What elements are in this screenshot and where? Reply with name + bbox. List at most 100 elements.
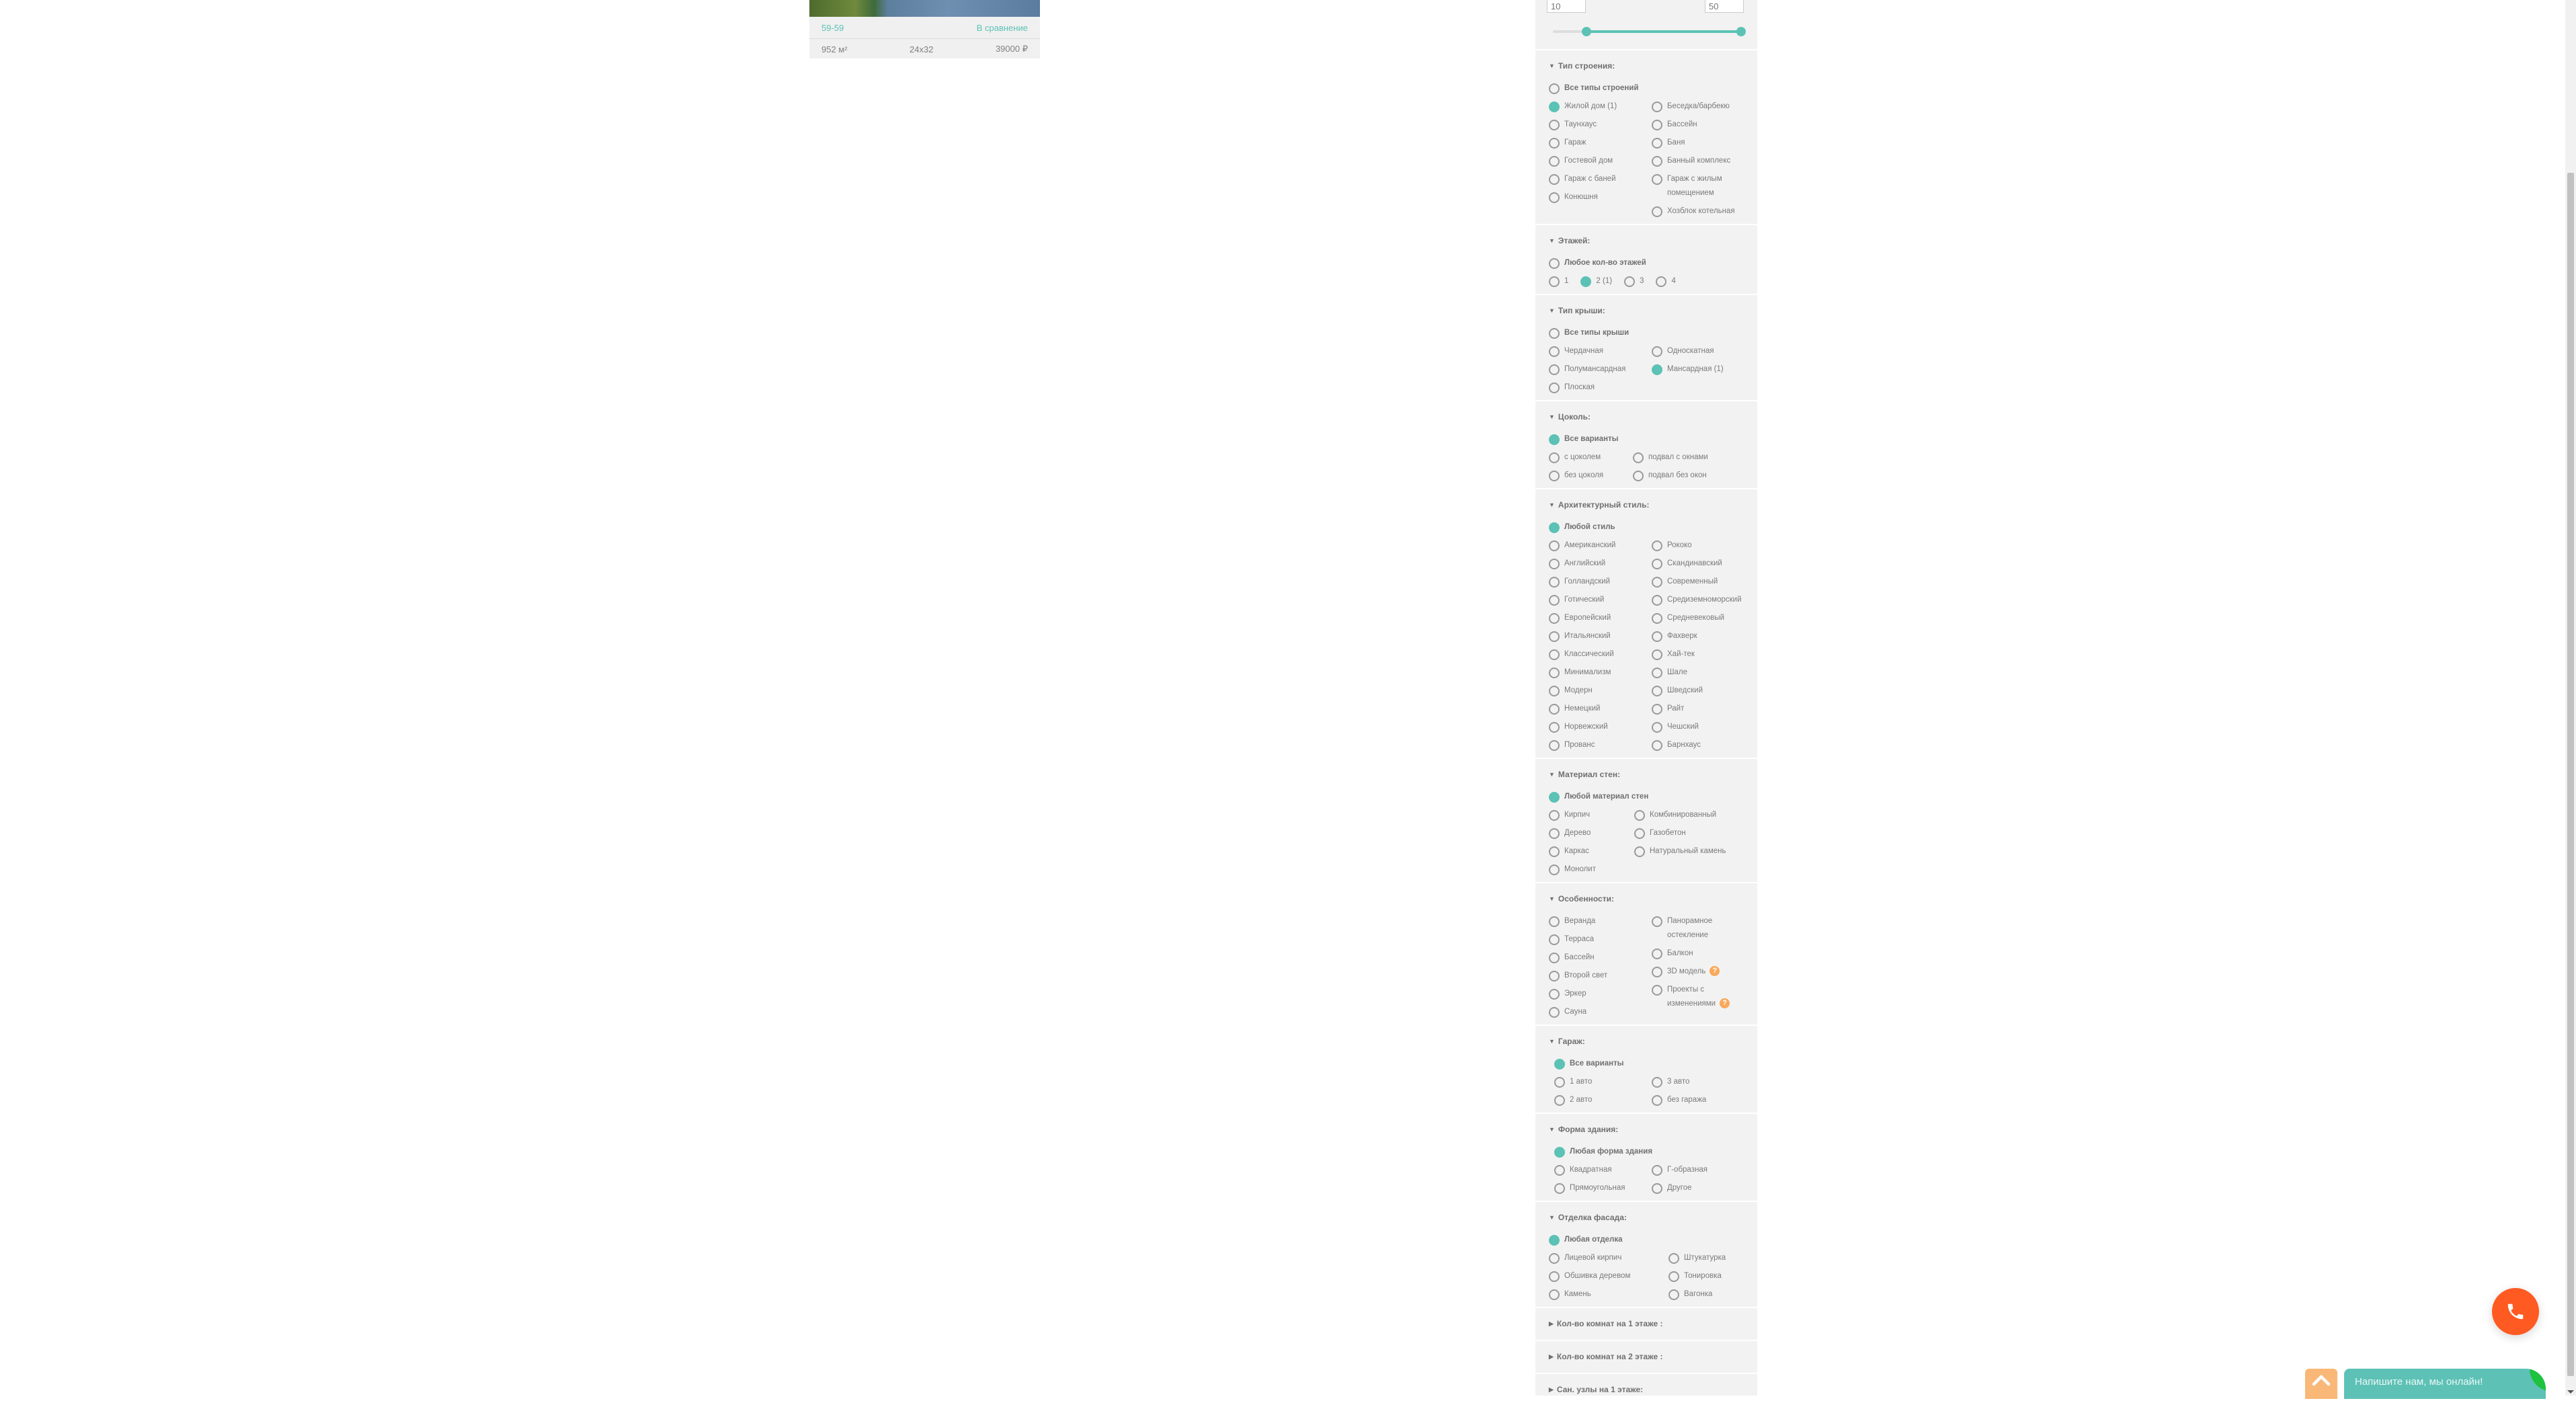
scroll-to-top-button[interactable] bbox=[2305, 1369, 2337, 1399]
radio-option[interactable]: 1 bbox=[1549, 274, 1568, 288]
radio-unchecked-icon[interactable] bbox=[1656, 276, 1667, 287]
radio-option[interactable]: Беседка/барбекю bbox=[1652, 99, 1753, 114]
radio-unchecked-icon[interactable] bbox=[1652, 985, 1662, 996]
radio-option[interactable]: Каркас bbox=[1549, 844, 1634, 858]
radio-option[interactable]: Второй свет bbox=[1549, 969, 1652, 983]
radio-option[interactable]: 3 bbox=[1624, 274, 1644, 288]
radio-unchecked-icon[interactable] bbox=[1652, 577, 1662, 588]
radio-unchecked-icon[interactable] bbox=[1549, 540, 1560, 551]
call-button[interactable] bbox=[2492, 1288, 2539, 1335]
radio-option[interactable]: Чешский bbox=[1652, 720, 1753, 734]
radio-option[interactable]: Таунхаус bbox=[1549, 118, 1652, 132]
project-image[interactable] bbox=[809, 0, 1040, 17]
radio-option[interactable]: Любая форма здания bbox=[1554, 1145, 1757, 1159]
radio-unchecked-icon[interactable] bbox=[1549, 722, 1560, 733]
section-toggle[interactable]: ▼ Форма здания: bbox=[1549, 1123, 1757, 1135]
radio-checked-icon[interactable] bbox=[1554, 1059, 1565, 1070]
radio-option[interactable]: Эркер bbox=[1549, 987, 1652, 1001]
section-toggle[interactable]: ▼ Архитектурный стиль: bbox=[1549, 499, 1757, 511]
radio-unchecked-icon[interactable] bbox=[1652, 120, 1662, 130]
section-toggle[interactable]: ▼ Цоколь: bbox=[1549, 411, 1757, 423]
radio-unchecked-icon[interactable] bbox=[1549, 276, 1560, 287]
radio-unchecked-icon[interactable] bbox=[1549, 328, 1560, 339]
radio-unchecked-icon[interactable] bbox=[1549, 613, 1560, 624]
scrollbar-thumb[interactable] bbox=[2567, 173, 2574, 1376]
radio-unchecked-icon[interactable] bbox=[1652, 102, 1662, 112]
radio-unchecked-icon[interactable] bbox=[1633, 471, 1644, 481]
section-toggle[interactable]: ▼ Материал стен: bbox=[1549, 768, 1757, 780]
radio-unchecked-icon[interactable] bbox=[1652, 595, 1662, 606]
radio-option[interactable]: Любая отделка bbox=[1549, 1233, 1757, 1247]
radio-option[interactable]: Средневековый bbox=[1652, 611, 1753, 625]
radio-unchecked-icon[interactable] bbox=[1549, 953, 1560, 963]
radio-unchecked-icon[interactable] bbox=[1549, 156, 1560, 167]
radio-unchecked-icon[interactable] bbox=[1652, 174, 1662, 185]
scroll-down-arrow-icon[interactable] bbox=[2567, 1390, 2574, 1394]
radio-unchecked-icon[interactable] bbox=[1549, 971, 1560, 981]
section-toggle[interactable]: ▼ Тип крыши: bbox=[1549, 305, 1757, 317]
radio-unchecked-icon[interactable] bbox=[1634, 828, 1645, 839]
radio-option[interactable]: Все варианты bbox=[1554, 1057, 1757, 1071]
radio-option[interactable]: подвал без окон bbox=[1633, 469, 1734, 483]
radio-unchecked-icon[interactable] bbox=[1549, 1289, 1560, 1300]
radio-unchecked-icon[interactable] bbox=[1549, 1271, 1560, 1282]
radio-unchecked-icon[interactable] bbox=[1652, 540, 1662, 551]
radio-option[interactable]: Полумансардная bbox=[1549, 362, 1652, 376]
radio-unchecked-icon[interactable] bbox=[1549, 174, 1560, 185]
project-card[interactable]: 59-59 В сравнение 952 м² 24x32 39000 ₽ bbox=[809, 0, 1040, 58]
radio-option[interactable]: Камень bbox=[1549, 1287, 1668, 1301]
radio-option[interactable]: Проекты с изменениями? bbox=[1652, 983, 1753, 1011]
radio-unchecked-icon[interactable] bbox=[1549, 934, 1560, 945]
radio-unchecked-icon[interactable] bbox=[1652, 722, 1662, 733]
section-toggle[interactable]: ▶ Кол-во комнат на 2 этаже : bbox=[1549, 1351, 1757, 1363]
radio-checked-icon[interactable] bbox=[1549, 434, 1560, 445]
radio-option[interactable]: подвал с окнами bbox=[1633, 450, 1734, 465]
radio-unchecked-icon[interactable] bbox=[1652, 686, 1662, 696]
radio-unchecked-icon[interactable] bbox=[1624, 276, 1636, 287]
radio-option[interactable]: Хозблок котельная bbox=[1652, 204, 1753, 218]
radio-option[interactable]: Вагонка bbox=[1668, 1287, 1769, 1301]
radio-checked-icon[interactable] bbox=[1549, 792, 1560, 803]
radio-unchecked-icon[interactable] bbox=[1633, 452, 1644, 463]
radio-option[interactable]: Монолит bbox=[1549, 862, 1634, 877]
range-min-input[interactable] bbox=[1547, 0, 1586, 13]
radio-unchecked-icon[interactable] bbox=[1549, 138, 1560, 149]
radio-option[interactable]: Балкон bbox=[1652, 947, 1753, 961]
radio-unchecked-icon[interactable] bbox=[1549, 989, 1560, 1000]
radio-checked-icon[interactable] bbox=[1549, 1235, 1560, 1246]
radio-option[interactable]: Норвежский bbox=[1549, 720, 1652, 734]
radio-option[interactable]: Штукатурка bbox=[1668, 1251, 1769, 1265]
radio-option[interactable]: Шведский bbox=[1652, 684, 1753, 698]
radio-option[interactable]: Барнхаус bbox=[1652, 738, 1753, 752]
radio-unchecked-icon[interactable] bbox=[1652, 949, 1662, 959]
radio-option[interactable]: Модерн bbox=[1549, 684, 1652, 698]
radio-option[interactable]: Современный bbox=[1652, 575, 1753, 589]
radio-unchecked-icon[interactable] bbox=[1549, 649, 1560, 660]
radio-option[interactable]: 4 bbox=[1656, 274, 1676, 288]
radio-unchecked-icon[interactable] bbox=[1549, 471, 1560, 481]
radio-option[interactable]: Готический bbox=[1549, 593, 1652, 607]
radio-option[interactable]: Хай-тек bbox=[1652, 647, 1753, 661]
radio-unchecked-icon[interactable] bbox=[1549, 192, 1560, 203]
radio-option[interactable]: Натуральный камень bbox=[1634, 844, 1735, 858]
section-toggle[interactable]: ▼ Этажей: bbox=[1549, 235, 1757, 247]
help-icon[interactable]: ? bbox=[1709, 966, 1720, 976]
radio-checked-icon[interactable] bbox=[1652, 364, 1662, 375]
radio-option[interactable]: Шале bbox=[1652, 666, 1753, 680]
radio-unchecked-icon[interactable] bbox=[1549, 668, 1560, 678]
radio-option[interactable]: Односкатная bbox=[1652, 344, 1753, 358]
radio-option[interactable]: Минимализм bbox=[1549, 666, 1652, 680]
radio-option[interactable]: Рококо bbox=[1652, 538, 1753, 553]
radio-unchecked-icon[interactable] bbox=[1652, 704, 1662, 715]
radio-unchecked-icon[interactable] bbox=[1549, 383, 1560, 393]
radio-option[interactable]: Европейский bbox=[1549, 611, 1652, 625]
project-code[interactable]: 59-59 bbox=[821, 23, 844, 33]
radio-option[interactable]: Газобетон bbox=[1634, 826, 1735, 840]
radio-option[interactable]: Бассейн bbox=[1652, 118, 1753, 132]
radio-option[interactable]: Веранда bbox=[1549, 914, 1652, 928]
radio-unchecked-icon[interactable] bbox=[1549, 577, 1560, 588]
radio-unchecked-icon[interactable] bbox=[1652, 1077, 1662, 1088]
radio-option[interactable]: Американский bbox=[1549, 538, 1652, 553]
radio-option[interactable]: Любой стиль bbox=[1549, 520, 1757, 534]
radio-option[interactable]: Квадратная bbox=[1554, 1163, 1652, 1177]
